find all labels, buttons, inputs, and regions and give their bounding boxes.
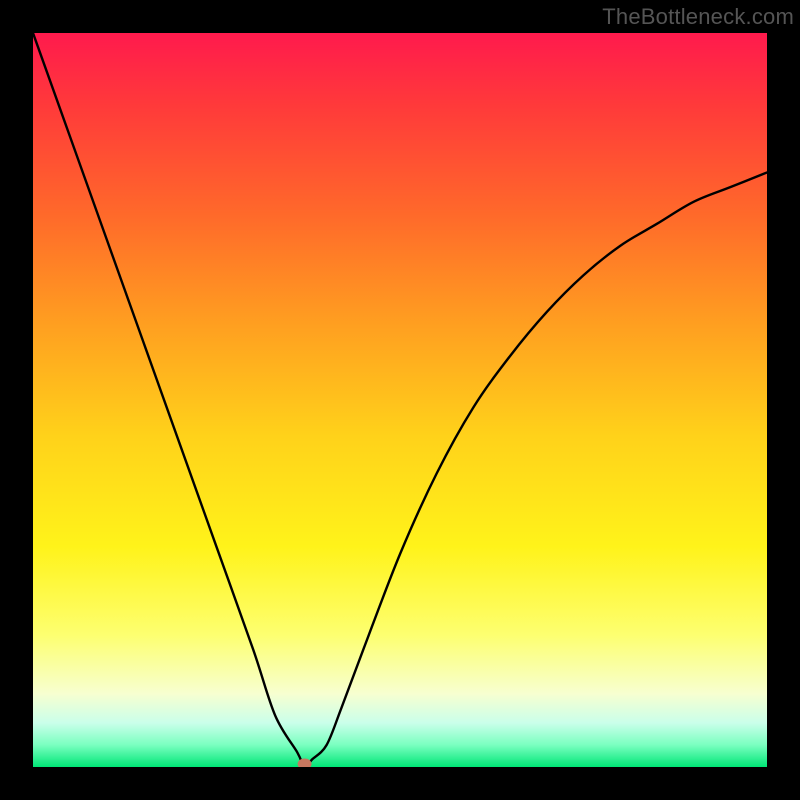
plot-area [33, 33, 767, 767]
chart-frame: TheBottleneck.com [0, 0, 800, 800]
curve-layer [33, 33, 767, 767]
bottleneck-curve [33, 33, 767, 767]
watermark-text: TheBottleneck.com [602, 4, 794, 30]
